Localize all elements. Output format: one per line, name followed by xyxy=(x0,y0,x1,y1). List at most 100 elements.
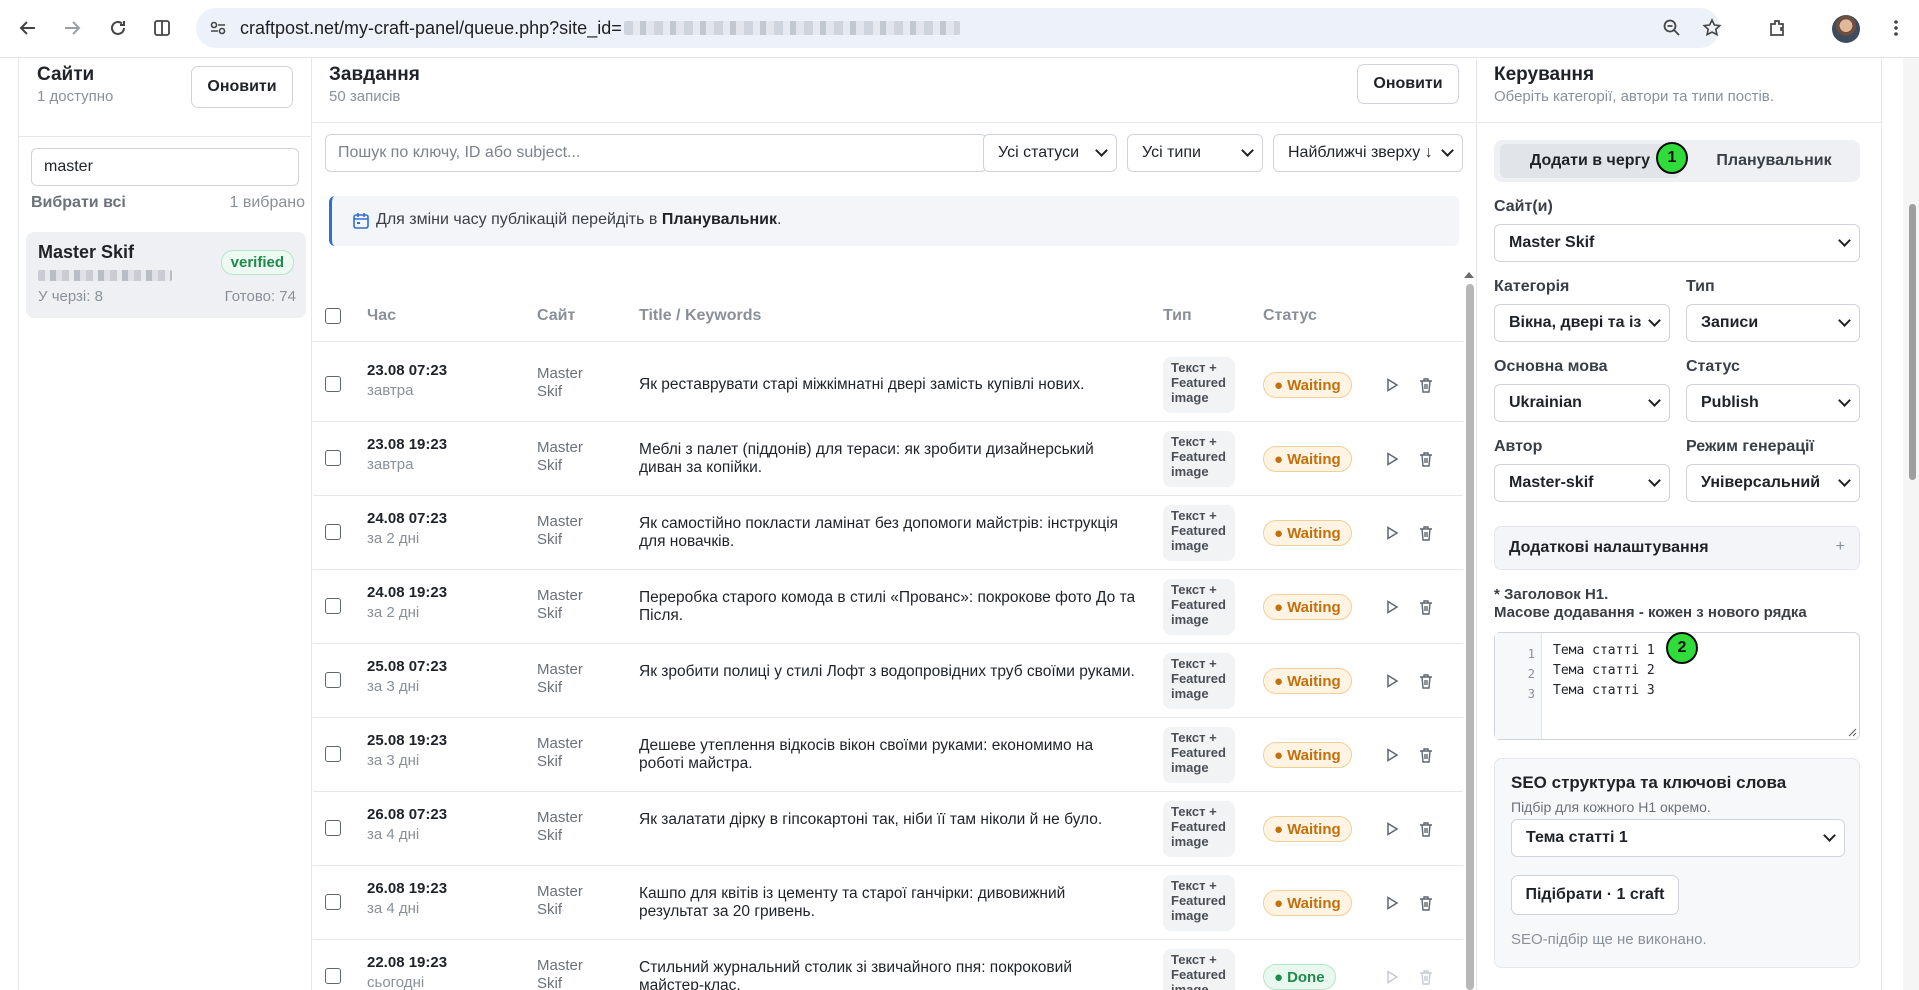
row-checkbox[interactable] xyxy=(325,376,341,392)
tasks-refresh-button[interactable]: Оновити xyxy=(1357,64,1459,104)
col-type[interactable]: Тип xyxy=(1163,307,1192,325)
task-site: Master Skif xyxy=(537,661,583,696)
trash-icon[interactable] xyxy=(1417,894,1435,912)
trash-icon[interactable] xyxy=(1417,820,1435,838)
row-checkbox[interactable] xyxy=(325,672,341,688)
table-scrollbar-thumb[interactable] xyxy=(1466,284,1474,990)
generation-mode-select[interactable]: Універсальний xyxy=(1686,464,1860,502)
page-scrollbar-thumb[interactable] xyxy=(1909,204,1916,480)
task-site: Master Skif xyxy=(537,439,583,474)
play-icon[interactable] xyxy=(1383,524,1401,542)
chevron-down-icon xyxy=(1648,394,1661,407)
site-ready-count: Готово: 74 xyxy=(224,288,296,305)
type-filter-value: Усі типи xyxy=(1142,144,1201,161)
bookmark-star-icon[interactable] xyxy=(1702,18,1722,42)
task-title: Дешеве утеплення відкосів вікон своїми р… xyxy=(639,737,1094,772)
play-icon[interactable] xyxy=(1383,894,1401,912)
category-select[interactable]: Вікна, двері та із xyxy=(1494,304,1670,342)
trash-icon[interactable] xyxy=(1417,376,1435,394)
tasks-search-input[interactable]: Пошук по ключу, ID або subject... xyxy=(325,134,987,172)
trash-icon[interactable] xyxy=(1417,524,1435,542)
planner-link[interactable]: Планувальник xyxy=(662,211,777,228)
address-bar[interactable]: craftpost.net/my-craft-panel/queue.php?s… xyxy=(196,8,1722,48)
row-checkbox[interactable] xyxy=(325,450,341,466)
play-icon[interactable] xyxy=(1383,376,1401,394)
table-row[interactable]: 24.08 19:23 за 2 дні Master Skif Переробка с… xyxy=(313,570,1463,644)
zoom-icon[interactable] xyxy=(1662,18,1682,42)
table-row[interactable]: 25.08 07:23 за 3 дні Master Skif Як зробити … xyxy=(313,644,1463,718)
trash-icon[interactable] xyxy=(1417,746,1435,764)
col-time[interactable]: Час xyxy=(367,307,396,325)
type-select[interactable]: Записи xyxy=(1686,304,1860,342)
play-icon[interactable] xyxy=(1383,746,1401,764)
chevron-down-icon xyxy=(1648,474,1661,487)
play-icon[interactable] xyxy=(1383,968,1401,986)
task-site: Master Skif xyxy=(537,809,583,844)
trash-icon[interactable] xyxy=(1417,968,1435,986)
author-select[interactable]: Master-skif xyxy=(1494,464,1670,502)
table-row[interactable]: 26.08 07:23 за 4 дні Master Skif Як залатати… xyxy=(313,792,1463,866)
task-time: 22.08 19:23 xyxy=(367,954,448,971)
task-time: 26.08 07:23 xyxy=(367,806,448,823)
seo-title: SEO структура та ключові слова xyxy=(1511,773,1787,792)
site-card[interactable]: Master Skif verified У черзі: 8 Готово: … xyxy=(26,232,306,318)
forward-icon[interactable] xyxy=(56,12,88,44)
trash-icon[interactable] xyxy=(1417,672,1435,690)
row-checkbox[interactable] xyxy=(325,894,341,910)
seo-pick-button[interactable]: Підібрати · 1 craft xyxy=(1511,875,1679,915)
table-row[interactable]: 24.08 07:23 за 2 дні Master Skif Як самостій… xyxy=(313,496,1463,570)
status-badge: ● Waiting xyxy=(1263,890,1352,916)
resize-handle-icon[interactable] xyxy=(1847,727,1857,737)
planner-info-banner: Для зміни часу публікацій перейдіть в Пл… xyxy=(329,196,1459,246)
site-queue-count: У черзі: 8 xyxy=(38,288,103,305)
play-icon[interactable] xyxy=(1383,672,1401,690)
table-row[interactable]: 25.08 19:23 за 3 дні Master Skif Дешеве утеп… xyxy=(313,718,1463,792)
select-all-checkbox[interactable] xyxy=(325,308,341,324)
trash-icon[interactable] xyxy=(1417,450,1435,468)
sites-refresh-button[interactable]: Оновити xyxy=(191,66,293,108)
tab-planner[interactable]: Планувальник xyxy=(1694,144,1854,178)
col-status[interactable]: Статус xyxy=(1263,307,1317,325)
task-site: Master Skif xyxy=(537,735,583,770)
status-filter-select[interactable]: Усі статуси xyxy=(983,134,1117,172)
trash-icon[interactable] xyxy=(1417,598,1435,616)
seo-h1-select[interactable]: Тема статті 1 xyxy=(1511,819,1845,857)
task-title: Переробка старого комода в стилі «Прован… xyxy=(639,589,1136,624)
page-scrollbar[interactable] xyxy=(1903,58,1919,990)
table-row[interactable]: 26.08 19:23 за 4 дні Master Skif Кашпо для к… xyxy=(313,866,1463,940)
row-checkbox[interactable] xyxy=(325,746,341,762)
profile-avatar[interactable] xyxy=(1832,15,1860,43)
col-site[interactable]: Сайт xyxy=(537,307,575,325)
row-checkbox[interactable] xyxy=(325,820,341,836)
language-select[interactable]: Ukrainian xyxy=(1494,384,1670,422)
table-row[interactable]: 22.08 19:23 сьогодні Master Skif Стильний жу… xyxy=(313,940,1463,990)
extra-settings-toggle[interactable]: Додаткові налаштування + xyxy=(1494,526,1860,570)
sites-search-input[interactable]: master xyxy=(31,148,299,186)
play-icon[interactable] xyxy=(1383,598,1401,616)
col-title[interactable]: Title / Keywords xyxy=(639,307,761,325)
row-checkbox[interactable] xyxy=(325,968,341,984)
table-row[interactable]: 23.08 07:23 завтра Master Skif Як реставрува… xyxy=(313,348,1463,422)
sort-select[interactable]: Найближчі зверху ↓ xyxy=(1273,134,1463,172)
back-icon[interactable] xyxy=(12,12,44,44)
play-icon[interactable] xyxy=(1383,820,1401,838)
status-badge: ● Waiting xyxy=(1263,372,1352,398)
status-badge: ● Waiting xyxy=(1263,520,1352,546)
reload-icon[interactable] xyxy=(102,12,134,44)
type-filter-select[interactable]: Усі типи xyxy=(1127,134,1263,172)
split-view-icon[interactable] xyxy=(146,12,178,44)
play-icon[interactable] xyxy=(1383,450,1401,468)
row-checkbox[interactable] xyxy=(325,598,341,614)
site-info-icon[interactable] xyxy=(208,18,228,42)
tab-add-to-queue[interactable]: Додати в чергу xyxy=(1500,144,1680,178)
post-status-select[interactable]: Publish xyxy=(1686,384,1860,422)
row-checkbox[interactable] xyxy=(325,524,341,540)
select-all-link[interactable]: Вибрати всі xyxy=(31,194,126,212)
sites-select[interactable]: Master Skif xyxy=(1494,224,1860,262)
table-row[interactable]: 23.08 19:23 завтра Master Skif Меблі з палет… xyxy=(313,422,1463,496)
extensions-icon[interactable] xyxy=(1762,12,1794,44)
post-status-label: Статус xyxy=(1686,358,1740,375)
task-site: Master Skif xyxy=(537,883,583,918)
more-menu-icon[interactable] xyxy=(1880,12,1912,44)
step-marker-2: 2 xyxy=(1666,632,1698,664)
